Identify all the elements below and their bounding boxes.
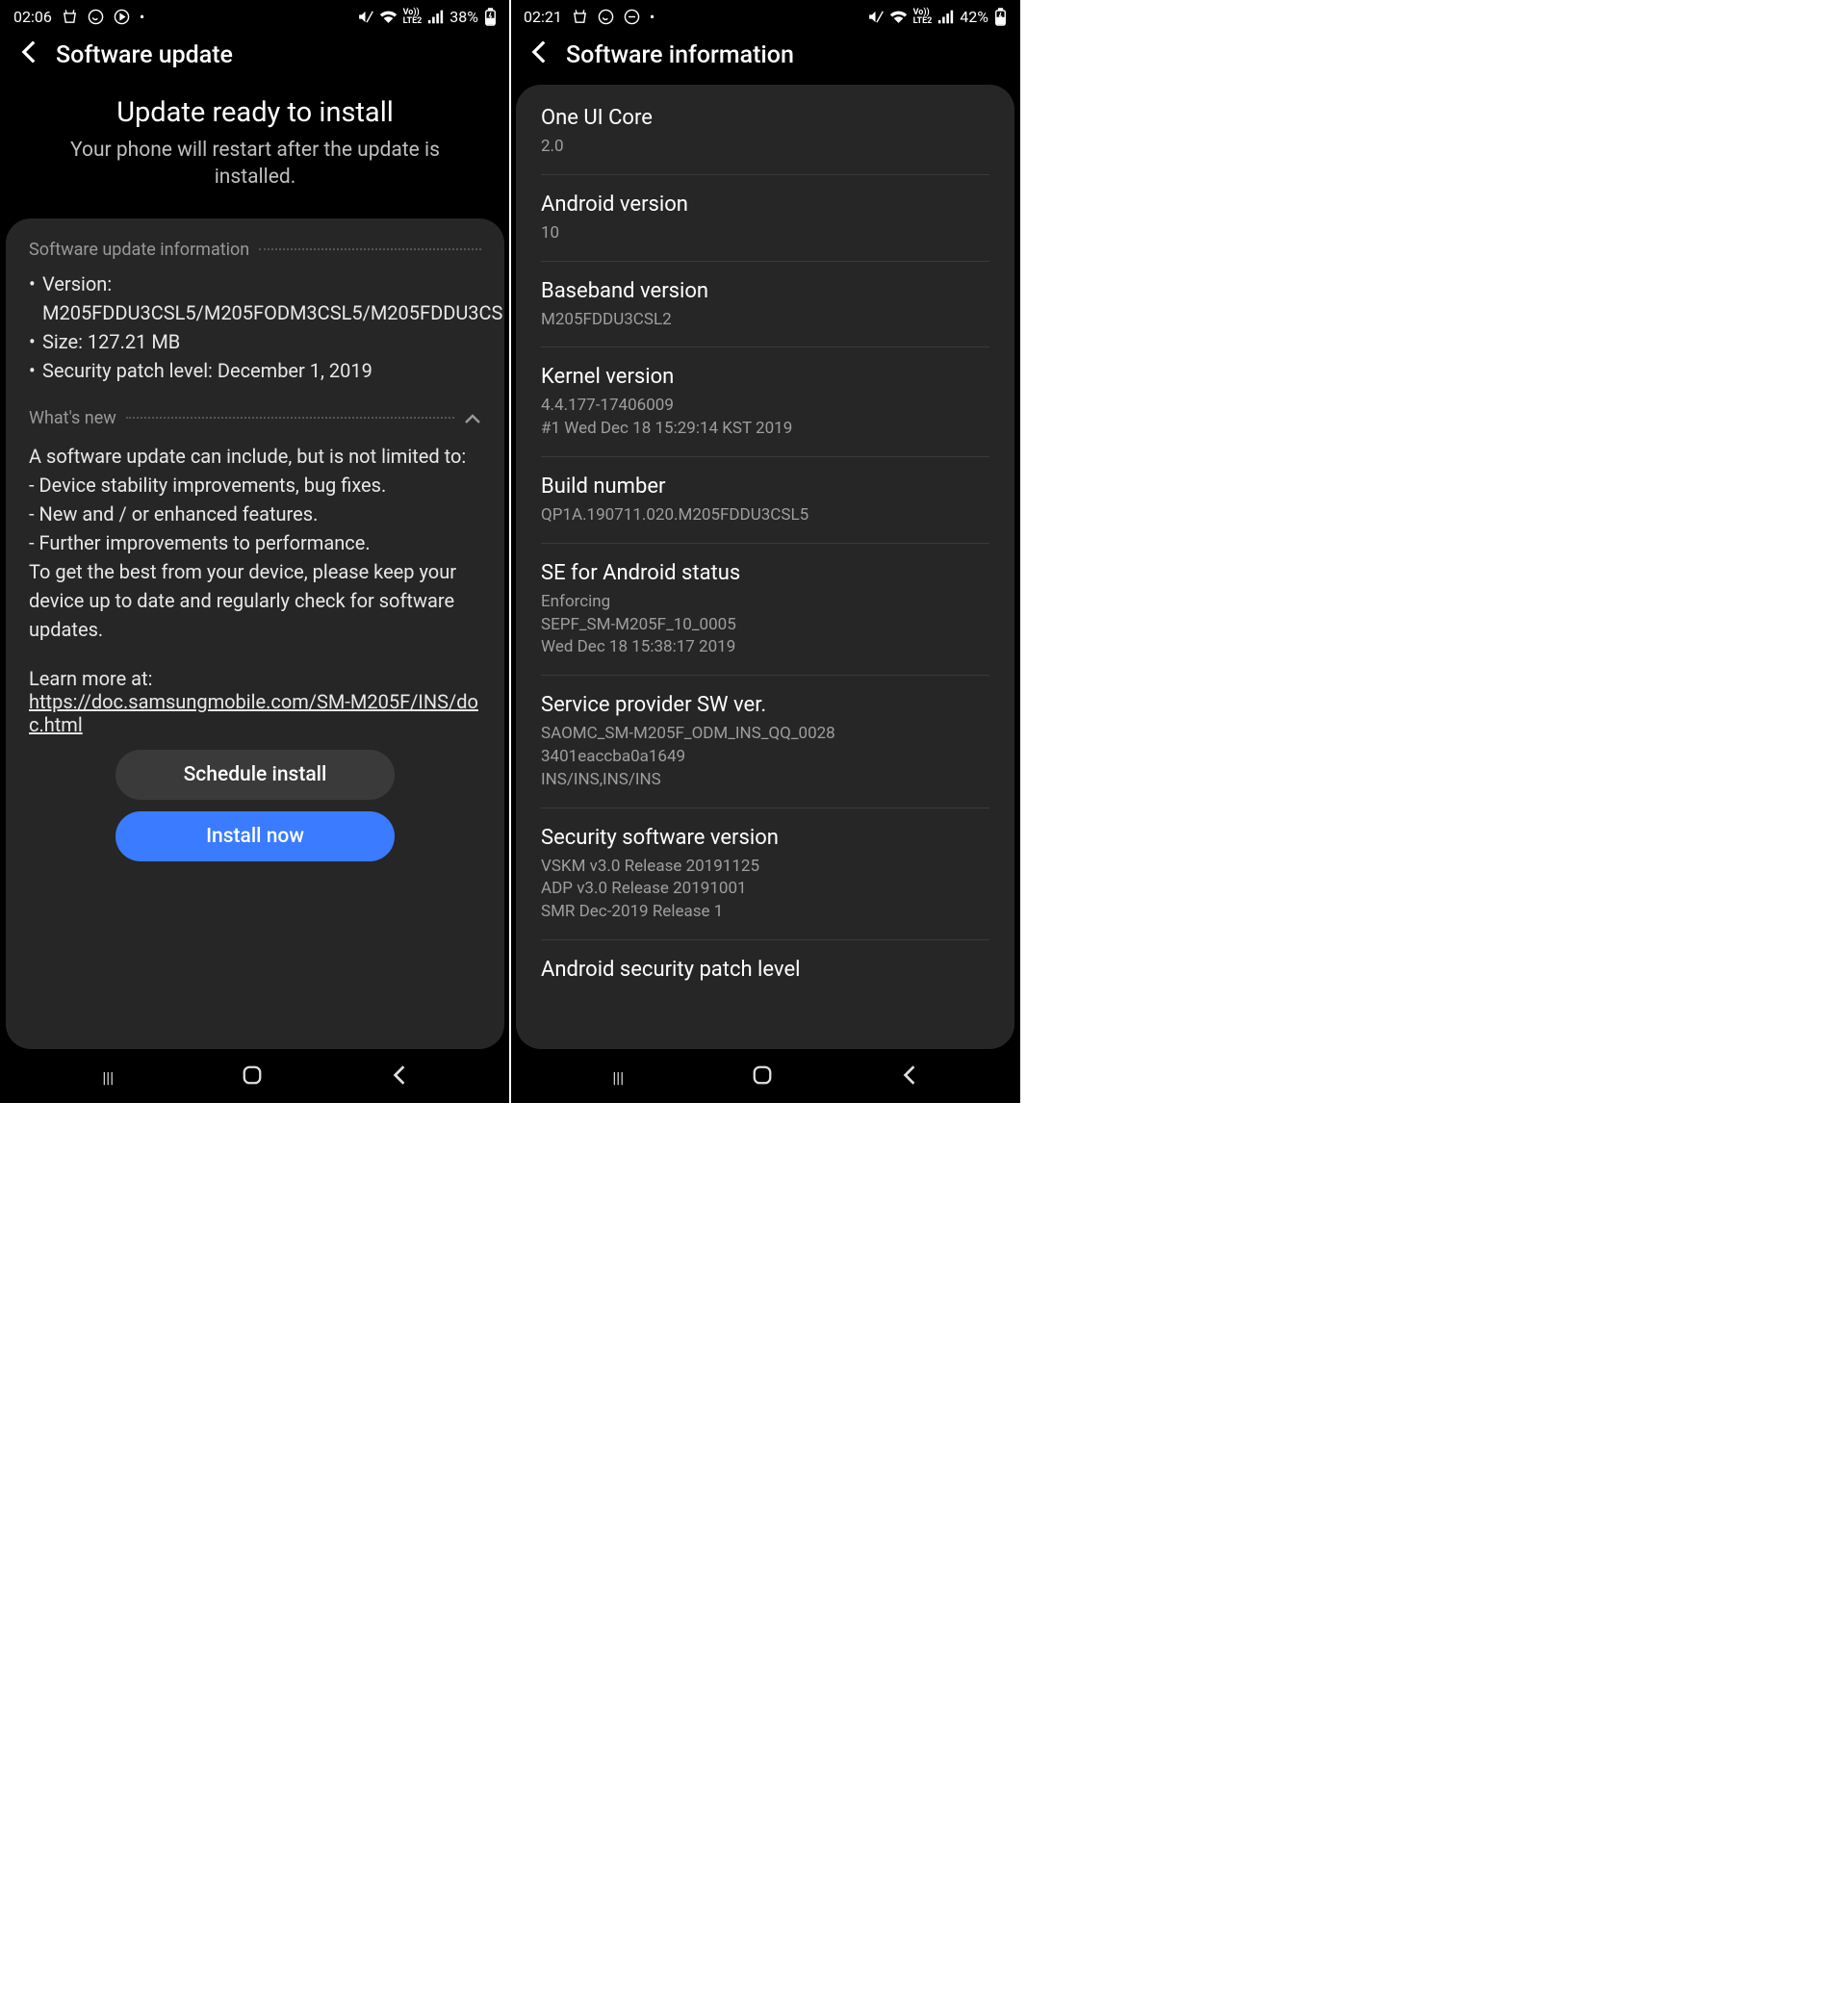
signal-icon <box>937 9 954 25</box>
info-title: Kernel version <box>541 365 989 389</box>
info-item[interactable]: Build number QP1A.190711.020.M205FDDU3CSL… <box>541 457 989 544</box>
info-item[interactable]: Baseband version M205FDDU3CSL2 <box>541 262 989 348</box>
left-screenshot: 02:06 • Vo))LTE2 38% Software update Upd… <box>0 0 510 1103</box>
nav-bar: ||| <box>510 1049 1020 1103</box>
info-item[interactable]: Service provider SW ver. SAOMC_SM-M205F_O… <box>541 676 989 808</box>
schedule-install-button[interactable]: Schedule install <box>116 750 395 800</box>
info-title: Build number <box>541 474 989 499</box>
home-button[interactable] <box>752 1064 773 1090</box>
shop-icon <box>62 9 78 25</box>
wifi-icon <box>889 9 908 25</box>
info-title: Baseband version <box>541 279 989 303</box>
info-value: 4.4.177-17406009 #1 Wed Dec 18 15:29:14 … <box>541 395 989 441</box>
page-title: Software information <box>566 41 794 69</box>
mute-icon <box>867 9 884 25</box>
back-icon[interactable] <box>529 39 549 71</box>
info-title: Android version <box>541 192 989 217</box>
battery-icon <box>484 8 497 26</box>
hero-heading: Update ready to install <box>29 96 481 129</box>
page-title: Software update <box>56 41 233 69</box>
play-icon <box>114 9 130 25</box>
info-bullet: Size: 127.21 MB <box>29 327 481 356</box>
info-value: QP1A.190711.020.M205FDDU3CSL5 <box>541 504 989 527</box>
info-bullet: Version: M205FDDU3CSL5/M205FODM3CSL5/M20… <box>29 269 481 327</box>
back-button[interactable] <box>391 1064 408 1090</box>
info-item[interactable]: Android security patch level <box>541 940 989 1003</box>
whatsapp-icon <box>88 9 104 25</box>
clock: 02:21 <box>524 8 562 26</box>
info-bullet: Security patch level: December 1, 2019 <box>29 356 481 385</box>
nav-bar: ||| <box>0 1049 510 1103</box>
app-header: Software information <box>510 30 1020 85</box>
hero: Update ready to install Your phone will … <box>0 85 510 218</box>
dnd-icon <box>624 9 640 25</box>
back-button[interactable] <box>901 1064 918 1090</box>
status-bar: 02:06 • Vo))LTE2 38% <box>0 0 510 30</box>
recents-button[interactable]: ||| <box>102 1068 114 1087</box>
info-value: 10 <box>541 222 989 245</box>
more-dot: • <box>140 8 144 26</box>
info-section-label: Software update information <box>29 240 481 260</box>
battery-pct: 38% <box>449 8 478 26</box>
info-item[interactable]: Android version 10 <box>541 175 989 262</box>
info-list: One UI Core 2.0 Android version 10 Baseband … <box>539 89 991 1003</box>
back-icon[interactable] <box>19 39 38 71</box>
install-now-button[interactable]: Install now <box>116 811 395 861</box>
learn-more: Learn more at: https://doc.samsungmobile… <box>29 652 481 736</box>
battery-icon <box>994 8 1007 26</box>
right-screenshot: 02:21 • Vo))LTE2 42% Software informatio… <box>510 0 1020 1103</box>
battery-pct: 42% <box>960 8 988 26</box>
update-card: Software update information Version: M20… <box>6 218 504 1049</box>
recents-button[interactable]: ||| <box>612 1068 624 1087</box>
chevron-up-icon <box>464 406 481 430</box>
mute-icon <box>357 9 373 25</box>
update-info-list: Version: M205FDDU3CSL5/M205FODM3CSL5/M20… <box>29 260 481 402</box>
info-item[interactable]: Kernel version 4.4.177-17406009 #1 Wed De… <box>541 347 989 457</box>
hero-sub: Your phone will restart after the update… <box>29 137 481 192</box>
info-card: One UI Core 2.0 Android version 10 Baseband … <box>516 85 1014 1049</box>
whatsapp-icon <box>598 9 614 25</box>
info-value: M205FDDU3CSL2 <box>541 309 989 332</box>
clock: 02:06 <box>13 8 52 26</box>
volte-icon: Vo))LTE2 <box>913 9 933 26</box>
info-title: Service provider SW ver. <box>541 693 989 717</box>
shop-icon <box>572 9 588 25</box>
info-title: Android security patch level <box>541 958 989 982</box>
info-value: SAOMC_SM-M205F_ODM_INS_QQ_0028 3401eaccb… <box>541 723 989 791</box>
more-dot: • <box>650 8 654 26</box>
learn-link[interactable]: https://doc.samsungmobile.com/SM-M205F/I… <box>29 690 478 736</box>
volte-icon: Vo))LTE2 <box>403 9 423 26</box>
info-value: VSKM v3.0 Release 20191125 ADP v3.0 Rele… <box>541 856 989 924</box>
info-title: SE for Android status <box>541 561 989 585</box>
info-value: Enforcing SEPF_SM-M205F_10_0005 Wed Dec … <box>541 591 989 659</box>
info-item[interactable]: SE for Android status Enforcing SEPF_SM-M… <box>541 544 989 676</box>
app-header: Software update <box>0 30 510 85</box>
info-item[interactable]: One UI Core 2.0 <box>541 89 989 175</box>
info-title: Security software version <box>541 826 989 850</box>
wifi-icon <box>379 9 398 25</box>
home-button[interactable] <box>242 1064 263 1090</box>
signal-icon <box>427 9 444 25</box>
info-item[interactable]: Security software version VSKM v3.0 Relea… <box>541 808 989 940</box>
whats-new-body: A software update can include, but is no… <box>29 434 481 652</box>
info-value: 2.0 <box>541 136 989 159</box>
whats-new-toggle[interactable]: What's new <box>29 402 481 434</box>
status-bar: 02:21 • Vo))LTE2 42% <box>510 0 1020 30</box>
info-title: One UI Core <box>541 106 989 130</box>
